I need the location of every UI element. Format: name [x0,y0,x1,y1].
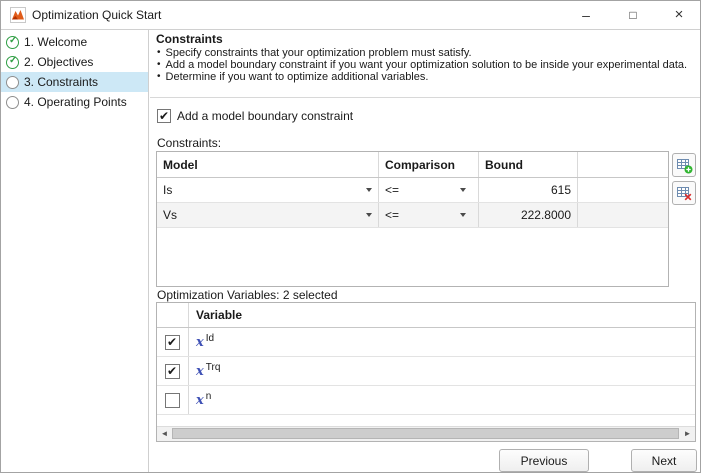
sidebar-item-objectives[interactable]: 2. Objectives [1,52,148,72]
constraint-row: Vs <= 222.8000 [157,203,668,228]
step-label: 2. Objectives [24,55,94,69]
step-label: 4. Operating Points [24,95,127,109]
variable-name: Trq [205,361,221,373]
variable-row: x Trq [157,357,695,386]
variables-table-header: Variable [157,303,695,328]
step-label: 1. Welcome [24,35,88,49]
filler-cell [578,178,668,202]
chevron-down-icon [366,188,372,192]
step-complete-icon [6,35,19,49]
chevron-down-icon [460,188,466,192]
bound-cell[interactable]: 222.8000 [479,203,578,227]
model-dropdown[interactable]: Vs [157,203,379,227]
instruction-item: • Add a model boundary constraint if you… [157,59,688,71]
comparison-dropdown[interactable]: <= [379,178,479,202]
boundary-constraint-checkbox[interactable] [157,109,171,123]
bullet-icon: • [157,59,161,70]
column-header-bound: Bound [479,152,578,177]
minimize-button[interactable]: – [571,1,601,28]
sidebar-item-operating-points[interactable]: 4. Operating Points [1,92,148,112]
titlebar: Optimization Quick Start – □ × [1,1,700,30]
sidebar-item-welcome[interactable]: 1. Welcome [1,32,148,52]
model-dropdown[interactable]: Is [157,178,379,202]
window-title: Optimization Quick Start [32,8,162,22]
variable-name: n [205,390,212,402]
sidebar-item-constraints[interactable]: 3. Constraints [1,72,148,92]
column-header-comparison: Comparison [379,152,479,177]
chevron-down-icon [366,213,372,217]
constraints-page: Constraints • Specify constraints that y… [150,30,700,472]
variable-checkbox[interactable] [165,392,180,408]
constraint-row: Is <= 615 [157,178,668,203]
bullet-icon: • [157,71,161,82]
variable-checkbox[interactable] [165,363,180,379]
table-empty-area [157,415,695,426]
horizontal-scrollbar[interactable]: ◄ ► [157,426,695,441]
variable-row: x n [157,386,695,415]
filler-cell [578,203,668,227]
maximize-button[interactable]: □ [618,1,648,28]
table-delete-icon [676,186,691,200]
chevron-down-icon [460,213,466,217]
delete-constraint-button[interactable] [672,181,696,205]
variable-checkbox[interactable] [165,334,180,350]
step-label: 3. Constraints [24,75,99,89]
optimization-quick-start-window: Optimization Quick Start – □ × 1. Welcom… [0,0,701,473]
previous-button[interactable]: Previous [499,449,589,472]
instructions-list: • Specify constraints that your optimiza… [157,47,687,83]
constraints-table-label: Constraints: [157,136,222,150]
wizard-steps-sidebar: 1. Welcome 2. Objectives 3. Constraints … [1,30,149,472]
column-header-model: Model [157,152,379,177]
comparison-dropdown[interactable]: <= [379,203,479,227]
column-header-filler [578,152,668,177]
instruction-item: • Specify constraints that your optimiza… [157,47,472,59]
bound-cell[interactable]: 615 [479,178,578,202]
variable-name-cell: x n [189,386,695,414]
next-button[interactable]: Next [631,449,697,472]
math-x-icon: x [196,334,204,350]
optimization-variables-table: Variable x Id x Trq [156,302,696,442]
scroll-left-button[interactable]: ◄ [157,427,172,440]
instruction-item: • Determine if you want to optimize addi… [157,71,429,83]
divider [150,97,700,98]
column-header-variable: Variable [196,308,243,322]
variable-name: Id [205,332,215,344]
boundary-constraint-row: Add a model boundary constraint [157,109,353,123]
variable-name-cell: x Trq [189,357,695,385]
constraints-table-header: Model Comparison Bound [157,152,668,178]
optimization-variables-label: Optimization Variables: 2 selected [157,288,338,302]
boundary-constraint-label: Add a model boundary constraint [177,109,354,123]
constraints-table: Model Comparison Bound Is <= 615 Vs <= 2… [156,151,669,287]
scrollbar-thumb[interactable] [172,428,679,439]
matlab-app-icon [10,7,26,23]
close-button[interactable]: × [664,1,694,28]
math-x-icon: x [196,392,204,408]
bullet-icon: • [157,47,161,58]
table-add-icon [676,158,692,173]
step-pending-icon [6,75,19,89]
math-x-icon: x [196,363,204,379]
scroll-right-button[interactable]: ► [680,427,695,440]
add-constraint-button[interactable] [672,153,696,177]
variable-row: x Id [157,328,695,357]
column-header-checkbox [157,303,189,327]
page-title: Constraints [156,32,223,46]
step-complete-icon [6,55,19,69]
variable-name-cell: x Id [189,328,695,356]
step-pending-icon [6,95,19,109]
